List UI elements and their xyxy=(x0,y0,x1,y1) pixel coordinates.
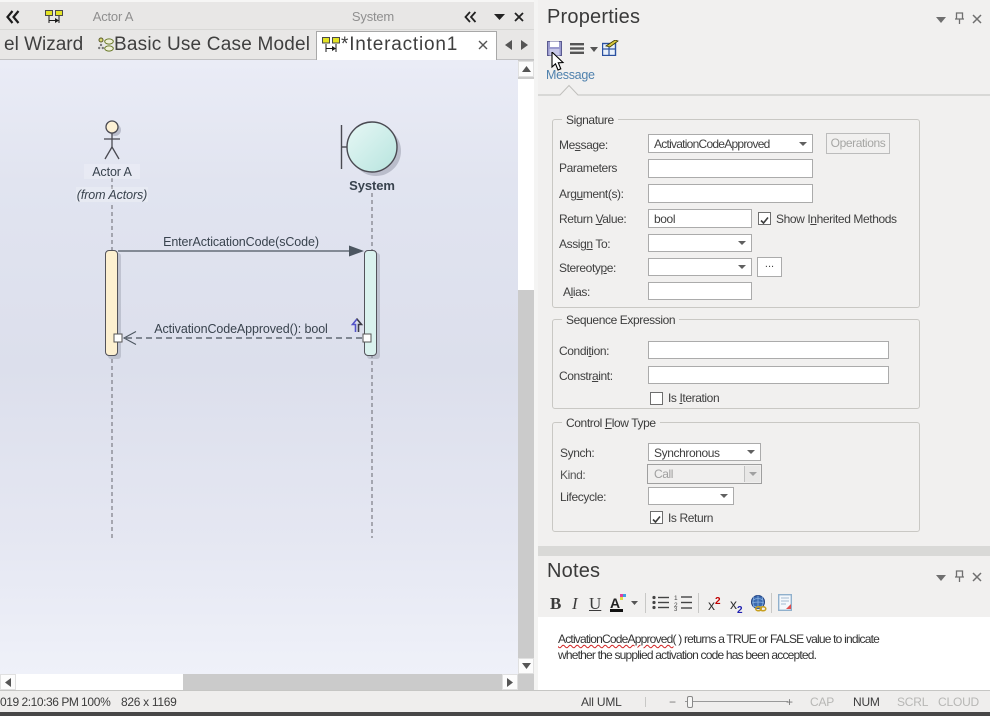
svg-text:ActivationCodeApproved(): bool: ActivationCodeApproved(): bool xyxy=(154,322,328,336)
svg-text:Actor A: Actor A xyxy=(92,165,132,179)
svg-text:1: 1 xyxy=(674,595,678,602)
svg-text:System: System xyxy=(349,178,395,193)
svg-text:(from Actors): (from Actors) xyxy=(77,188,147,202)
svg-text:EnterActicationCode(sCode): EnterActicationCode(sCode) xyxy=(163,235,319,249)
